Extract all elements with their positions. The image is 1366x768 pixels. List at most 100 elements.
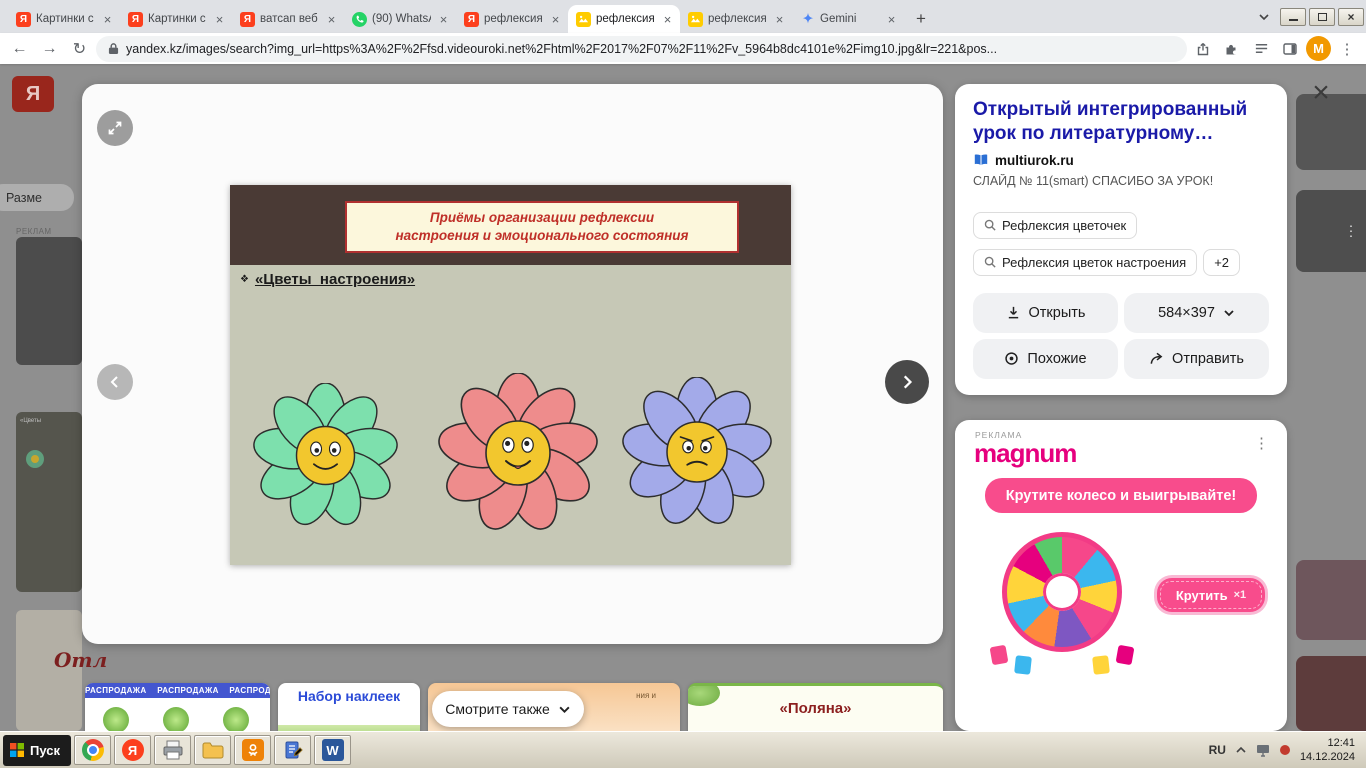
- forward-button[interactable]: →: [36, 35, 63, 62]
- browser-tab-4[interactable]: (90) WhatsApp ×: [344, 5, 456, 33]
- ad-banner-button[interactable]: Крутите колесо и выигрывайте!: [985, 478, 1257, 513]
- more-tags-chip[interactable]: +2: [1203, 249, 1240, 276]
- image-info-panel: Открытый интегрированный урок по литерат…: [955, 84, 1287, 395]
- tab-label: рефлексия рас: [484, 13, 543, 25]
- tab-close-icon[interactable]: ×: [436, 12, 451, 27]
- taskbar-word-button[interactable]: W: [314, 735, 351, 765]
- size-dropdown-button[interactable]: 584×397: [1124, 293, 1269, 333]
- browser-menu-button[interactable]: ⋮: [1334, 36, 1360, 62]
- chevron-up-icon[interactable]: [1235, 744, 1247, 756]
- chevron-down-icon: [558, 703, 571, 716]
- background-script-text: Отл: [54, 648, 107, 672]
- source-domain[interactable]: multiurok.ru: [995, 153, 1074, 168]
- taskbar-chrome-button[interactable]: [74, 735, 111, 765]
- start-button[interactable]: Пуск: [3, 735, 71, 766]
- taskbar-folder-button[interactable]: [194, 735, 231, 765]
- related-image-1[interactable]: РАСПРОДАЖА РАСПРОДАЖА РАСПРОДАЖА: [85, 683, 270, 731]
- minimize-button[interactable]: [1280, 8, 1306, 26]
- extensions-button[interactable]: [1219, 36, 1245, 62]
- prize-box-icon: [1092, 655, 1110, 675]
- tab-search-chevron-icon[interactable]: [1251, 4, 1277, 30]
- source-row[interactable]: multiurok.ru: [973, 153, 1269, 168]
- image-viewer: Приёмы организации рефлексии настроения …: [82, 84, 943, 644]
- fullscreen-button[interactable]: [97, 110, 133, 146]
- reload-button[interactable]: ↻: [66, 35, 93, 62]
- background-thumbnail[interactable]: [1296, 560, 1366, 640]
- similar-images-button[interactable]: Похожие: [973, 339, 1118, 379]
- tab-close-icon[interactable]: ×: [884, 12, 899, 27]
- viewer-close-button[interactable]: ×: [1306, 78, 1336, 108]
- image-title-link[interactable]: Открытый интегрированный урок по литерат…: [973, 98, 1269, 146]
- tab-close-icon[interactable]: ×: [100, 12, 115, 27]
- prize-wheel[interactable]: [997, 522, 1127, 672]
- yandex-images-favicon: [576, 12, 591, 27]
- browser-tab-7[interactable]: рефлексия в на ×: [680, 5, 792, 33]
- download-icon: [1006, 305, 1021, 320]
- kebab-menu-icon[interactable]: ⋮: [1344, 223, 1358, 240]
- prize-box-icon: [1014, 655, 1032, 675]
- previous-image-button[interactable]: [97, 364, 133, 400]
- background-thumbnail[interactable]: [1296, 656, 1366, 731]
- taskbar-clock[interactable]: 12:41 14.12.2024: [1300, 736, 1355, 765]
- folder-icon: [202, 741, 224, 759]
- profile-avatar[interactable]: M: [1306, 36, 1331, 61]
- tag-row: Рефлексия цветочек: [973, 212, 1269, 239]
- document-pencil-icon: [283, 740, 303, 760]
- reading-list-button[interactable]: [1248, 36, 1274, 62]
- taskbar-yandex-button[interactable]: Я: [114, 735, 151, 765]
- browser-tab-2[interactable]: Я Картинки с изо ×: [120, 5, 232, 33]
- taskbar-ok-button[interactable]: [234, 735, 271, 765]
- related-caption: РАСПРОДАЖА РАСПРОДАЖА РАСПРОДАЖА: [85, 683, 270, 698]
- clock-date: 14.12.2024: [1300, 750, 1355, 764]
- search-tag-2[interactable]: Рефлексия цветок настроения: [973, 249, 1197, 276]
- browser-tab-6-active[interactable]: рефлексия рас ×: [568, 5, 680, 33]
- share-image-button[interactable]: Отправить: [1124, 339, 1269, 379]
- spin-button[interactable]: Крутить ×1: [1157, 578, 1265, 612]
- address-bar[interactable]: yandex.kz/images/search?img_url=https%3A…: [96, 36, 1187, 62]
- search-tag-1[interactable]: Рефлексия цветочек: [973, 212, 1137, 239]
- next-image-button[interactable]: [885, 360, 929, 404]
- yandex-images-favicon: [688, 12, 703, 27]
- tab-close-icon[interactable]: ×: [772, 12, 787, 27]
- slide-subtitle: «Цветы настроения»: [255, 271, 415, 288]
- tab-close-icon[interactable]: ×: [548, 12, 563, 27]
- yandex-logo[interactable]: Я: [12, 76, 54, 112]
- viewed-image-slide[interactable]: Приёмы организации рефлексии настроения …: [230, 185, 791, 565]
- see-also-button[interactable]: Смотрите также: [432, 691, 584, 727]
- background-thumbnail[interactable]: [16, 237, 82, 365]
- maximize-button[interactable]: [1309, 8, 1335, 26]
- magnum-brand-logo[interactable]: magnum: [974, 438, 1076, 469]
- tab-close-icon[interactable]: ×: [212, 12, 227, 27]
- share-button[interactable]: [1190, 36, 1216, 62]
- open-button[interactable]: Открыть: [973, 293, 1118, 333]
- ad-menu-button[interactable]: ⋮: [1254, 434, 1269, 452]
- tag-label: Рефлексия цветок настроения: [1002, 255, 1186, 270]
- related-image-2[interactable]: Набор наклеек: [278, 683, 420, 731]
- close-window-button[interactable]: ×: [1338, 8, 1364, 26]
- tab-label: ватсап веб — Я: [260, 13, 319, 25]
- notification-tray-icon[interactable]: [1279, 744, 1291, 756]
- background-thumbnail[interactable]: ⋮: [1296, 190, 1366, 272]
- windows-flag-icon: [10, 743, 24, 757]
- background-thumbnail[interactable]: «Цветы: [16, 412, 82, 592]
- browser-tab-1[interactable]: Я Картинки с изо ×: [8, 5, 120, 33]
- size-filter-chip[interactable]: Разме: [0, 184, 74, 211]
- taskbar-printer-button[interactable]: [154, 735, 191, 765]
- related-image-4[interactable]: «Поляна»: [688, 683, 943, 731]
- new-tab-button[interactable]: +: [908, 6, 934, 32]
- start-label: Пуск: [30, 743, 60, 758]
- tab-close-icon[interactable]: ×: [324, 12, 339, 27]
- browser-tab-5[interactable]: Я рефлексия рас ×: [456, 5, 568, 33]
- back-button[interactable]: ←: [6, 35, 33, 62]
- slide-title-line2: настроения и эмоционального состояния: [396, 227, 689, 245]
- side-panel-button[interactable]: [1277, 36, 1303, 62]
- display-tray-icon[interactable]: [1256, 744, 1270, 757]
- browser-tab-8[interactable]: Gemini ×: [792, 5, 904, 33]
- language-indicator[interactable]: RU: [1209, 743, 1226, 757]
- taskbar-wordpad-button[interactable]: [274, 735, 311, 765]
- tab-close-icon[interactable]: ×: [660, 12, 675, 27]
- browser-tab-3[interactable]: Я ватсап веб — Я ×: [232, 5, 344, 33]
- yandex-favicon: Я: [16, 12, 31, 27]
- chevron-left-icon: [108, 375, 122, 389]
- share-icon: [1195, 41, 1211, 57]
